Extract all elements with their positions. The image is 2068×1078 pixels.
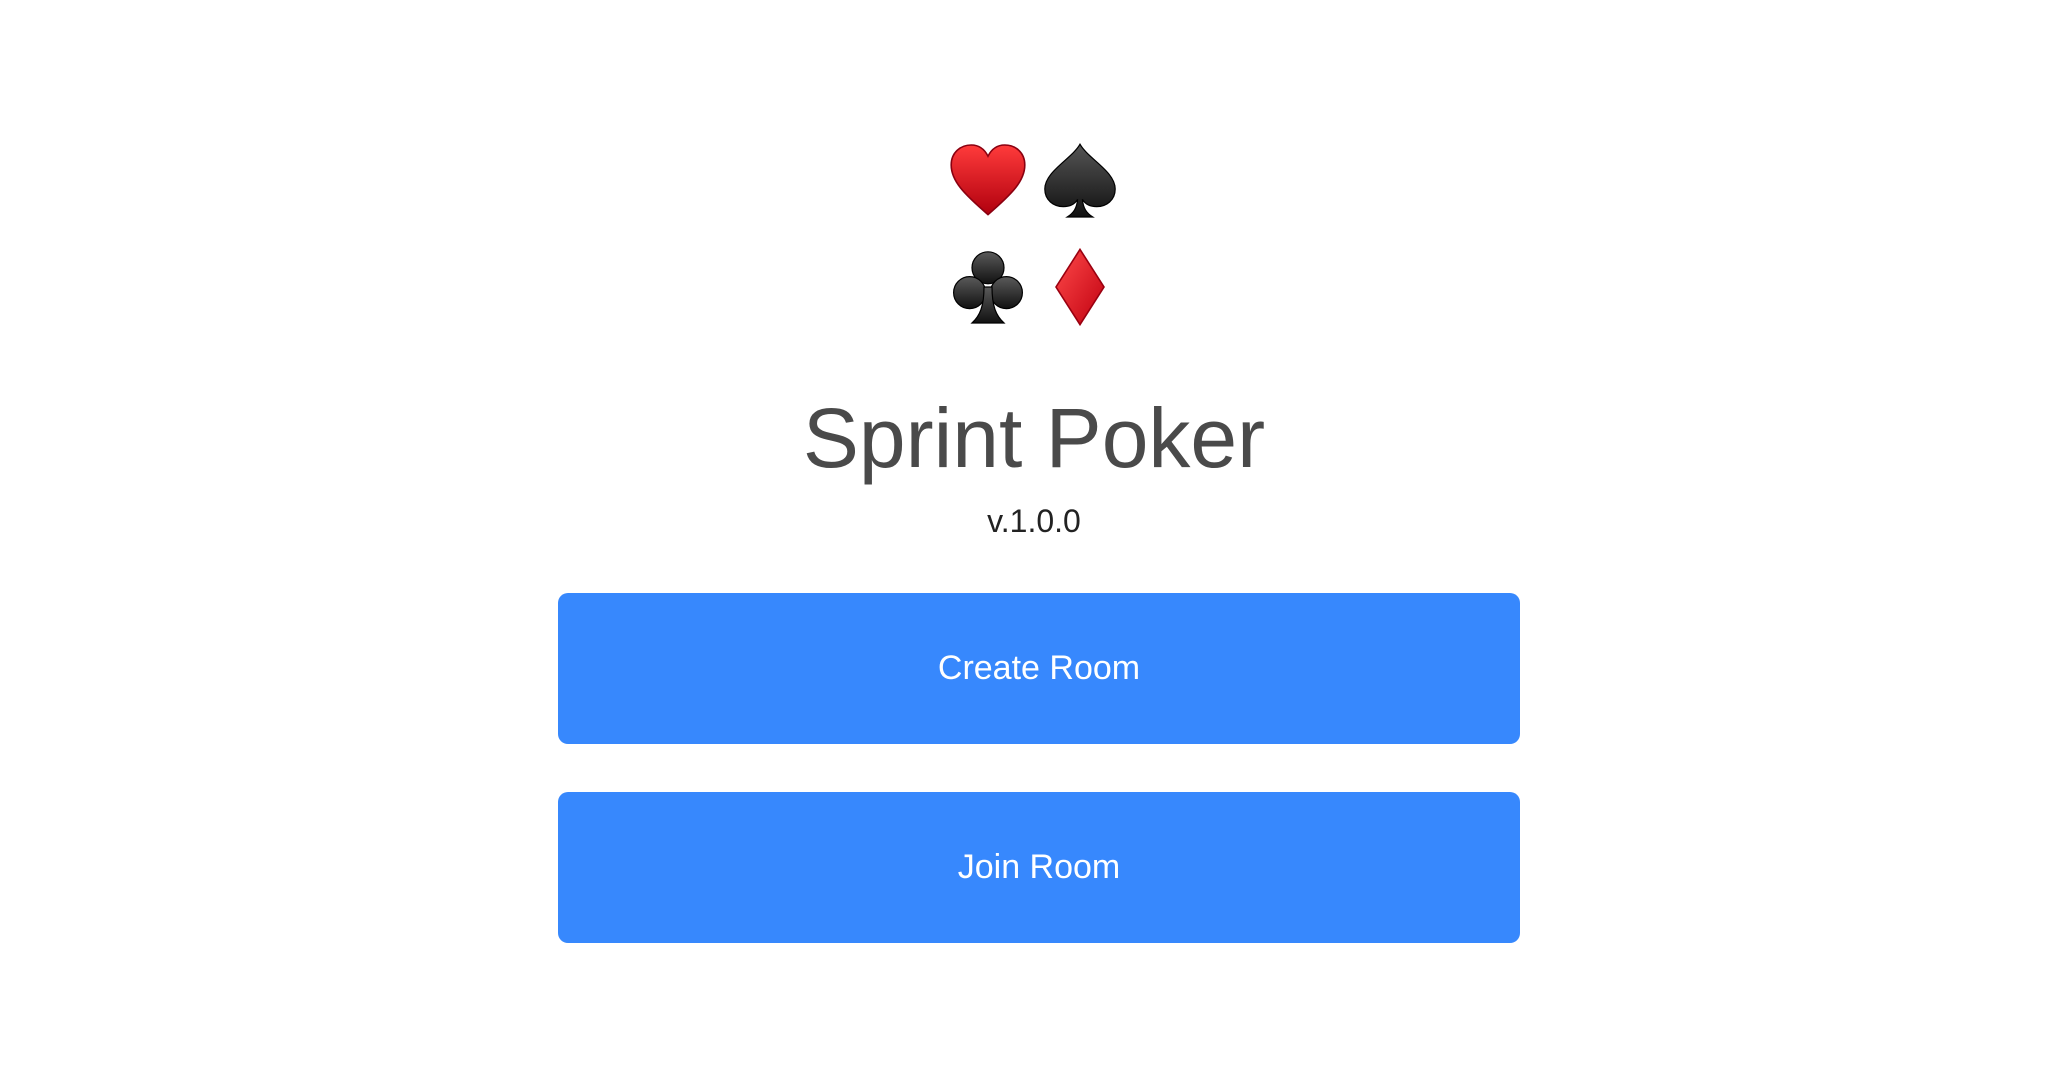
- spade-icon: [1034, 135, 1126, 227]
- create-room-button[interactable]: Create Room: [558, 593, 1520, 744]
- page-title: Sprint Poker: [802, 391, 1266, 485]
- create-room-label: Create Room: [937, 649, 1141, 687]
- heart-icon: [942, 135, 1034, 227]
- club-icon: [942, 241, 1034, 333]
- suits-row-bottom: [942, 234, 1126, 340]
- home-page: Sprint Poker v.1.0.0 Create Room Join Ro…: [0, 0, 2068, 1078]
- suits-logo: [0, 128, 2068, 340]
- version-label: v.1.0.0: [987, 503, 1081, 539]
- join-room-button[interactable]: Join Room: [558, 792, 1520, 943]
- diamond-icon: [1034, 241, 1126, 333]
- join-room-label: Join Room: [957, 848, 1121, 886]
- suits-row-top: [942, 128, 1126, 234]
